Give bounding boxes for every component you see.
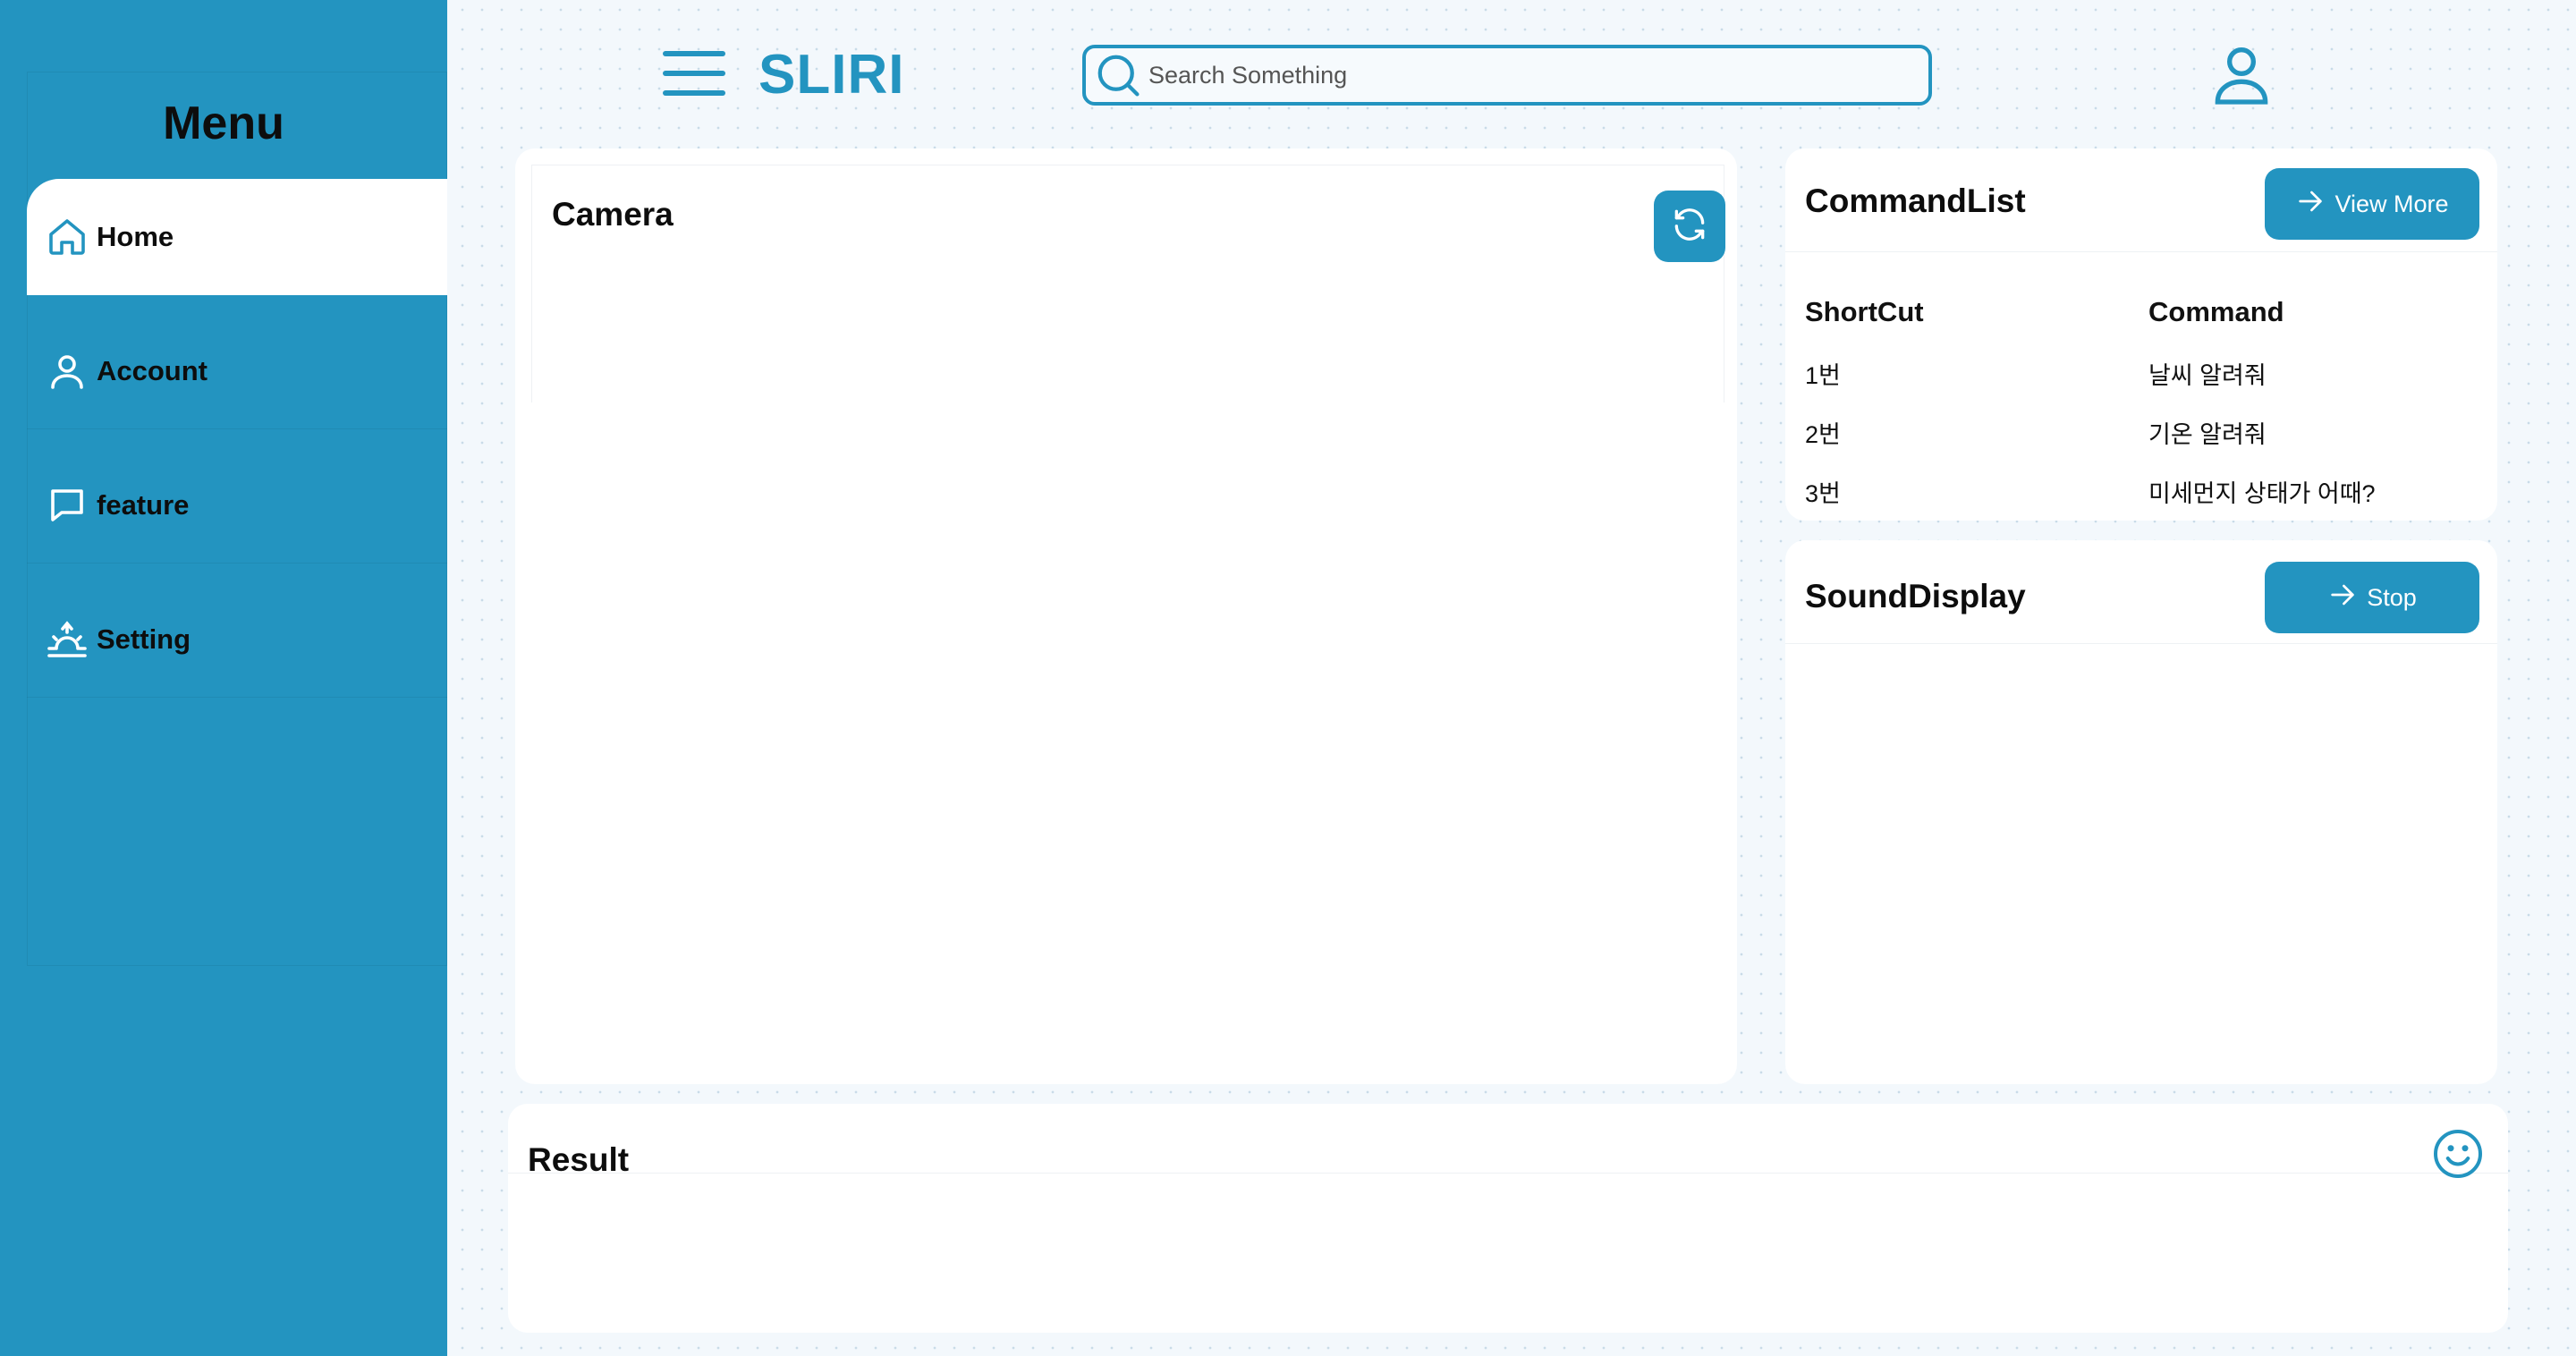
sidebar-item-account[interactable]: Account	[27, 313, 447, 429]
table-header-row: ShortCut Command	[1805, 281, 2485, 343]
sound-display-title: SoundDisplay	[1805, 578, 2026, 614]
camera-header: Camera	[531, 165, 1725, 403]
chat-icon	[45, 483, 89, 528]
result-card: Result	[508, 1104, 2508, 1333]
search-icon	[1091, 48, 1145, 102]
stop-label: Stop	[2367, 583, 2417, 611]
sidebar-item-label: Account	[97, 354, 208, 386]
result-header: Result	[508, 1104, 2508, 1178]
brand-logo: SLIRI	[758, 44, 905, 106]
hamburger-menu-icon[interactable]	[662, 47, 726, 100]
search-bar[interactable]	[1082, 45, 1932, 106]
table-row[interactable]: 1번 날씨 알려줘	[1805, 343, 2485, 403]
shortcut-cell: 2번	[1805, 420, 1841, 448]
column-header-command: Command	[2148, 296, 2284, 327]
user-icon	[45, 349, 89, 394]
smile-icon[interactable]	[2431, 1127, 2485, 1181]
sunrise-icon	[45, 617, 89, 662]
camera-card: Camera	[515, 148, 1737, 1084]
home-icon	[45, 215, 89, 259]
sidebar-item-label: Home	[97, 221, 174, 252]
command-list-card: CommandList View More ShortCut Command 1…	[1785, 148, 2497, 521]
column-header-shortcut: ShortCut	[1805, 296, 1924, 327]
sound-display-card: SoundDisplay Stop	[1785, 540, 2497, 1084]
sidebar: Menu Home Account feature Setting	[0, 0, 447, 1356]
sidebar-item-feature[interactable]: feature	[27, 447, 447, 564]
shortcut-cell: 1번	[1805, 361, 1841, 389]
view-more-button[interactable]: View More	[2265, 168, 2479, 240]
view-more-label: View More	[2334, 190, 2449, 217]
arrow-right-icon	[2327, 580, 2367, 616]
result-title: Result	[528, 1141, 630, 1178]
command-table: ShortCut Command 1번 날씨 알려줘 2번 기온 알려줘 3번 …	[1805, 281, 2485, 521]
command-cell: 미세먼지 상태가 어때?	[2148, 479, 2376, 507]
camera-title: Camera	[552, 196, 674, 233]
sidebar-item-setting[interactable]: Setting	[27, 581, 447, 698]
command-cell: 날씨 알려줘	[2148, 361, 2267, 389]
menu-title: Menu	[163, 97, 284, 149]
command-cell: 기온 알려줘	[2148, 420, 2267, 448]
refresh-button[interactable]	[1654, 191, 1725, 262]
table-row[interactable]: 3번 미세먼지 상태가 어때?	[1805, 462, 2485, 521]
command-list-header: CommandList View More	[1785, 148, 2497, 252]
table-row[interactable]: 2번 기온 알려줘	[1805, 403, 2485, 462]
refresh-icon	[1670, 205, 1709, 249]
user-profile-icon[interactable]	[2206, 39, 2277, 111]
search-input[interactable]	[1148, 61, 1918, 89]
shortcut-cell: 3번	[1805, 479, 1841, 507]
sidebar-item-label: feature	[97, 488, 190, 521]
sound-display-header: SoundDisplay Stop	[1785, 540, 2497, 644]
command-list-title: CommandList	[1805, 182, 2026, 219]
stop-button[interactable]: Stop	[2265, 562, 2479, 633]
arrow-right-icon	[2295, 186, 2334, 223]
sidebar-item-label: Setting	[97, 623, 191, 655]
sidebar-item-home[interactable]: Home	[27, 179, 447, 295]
